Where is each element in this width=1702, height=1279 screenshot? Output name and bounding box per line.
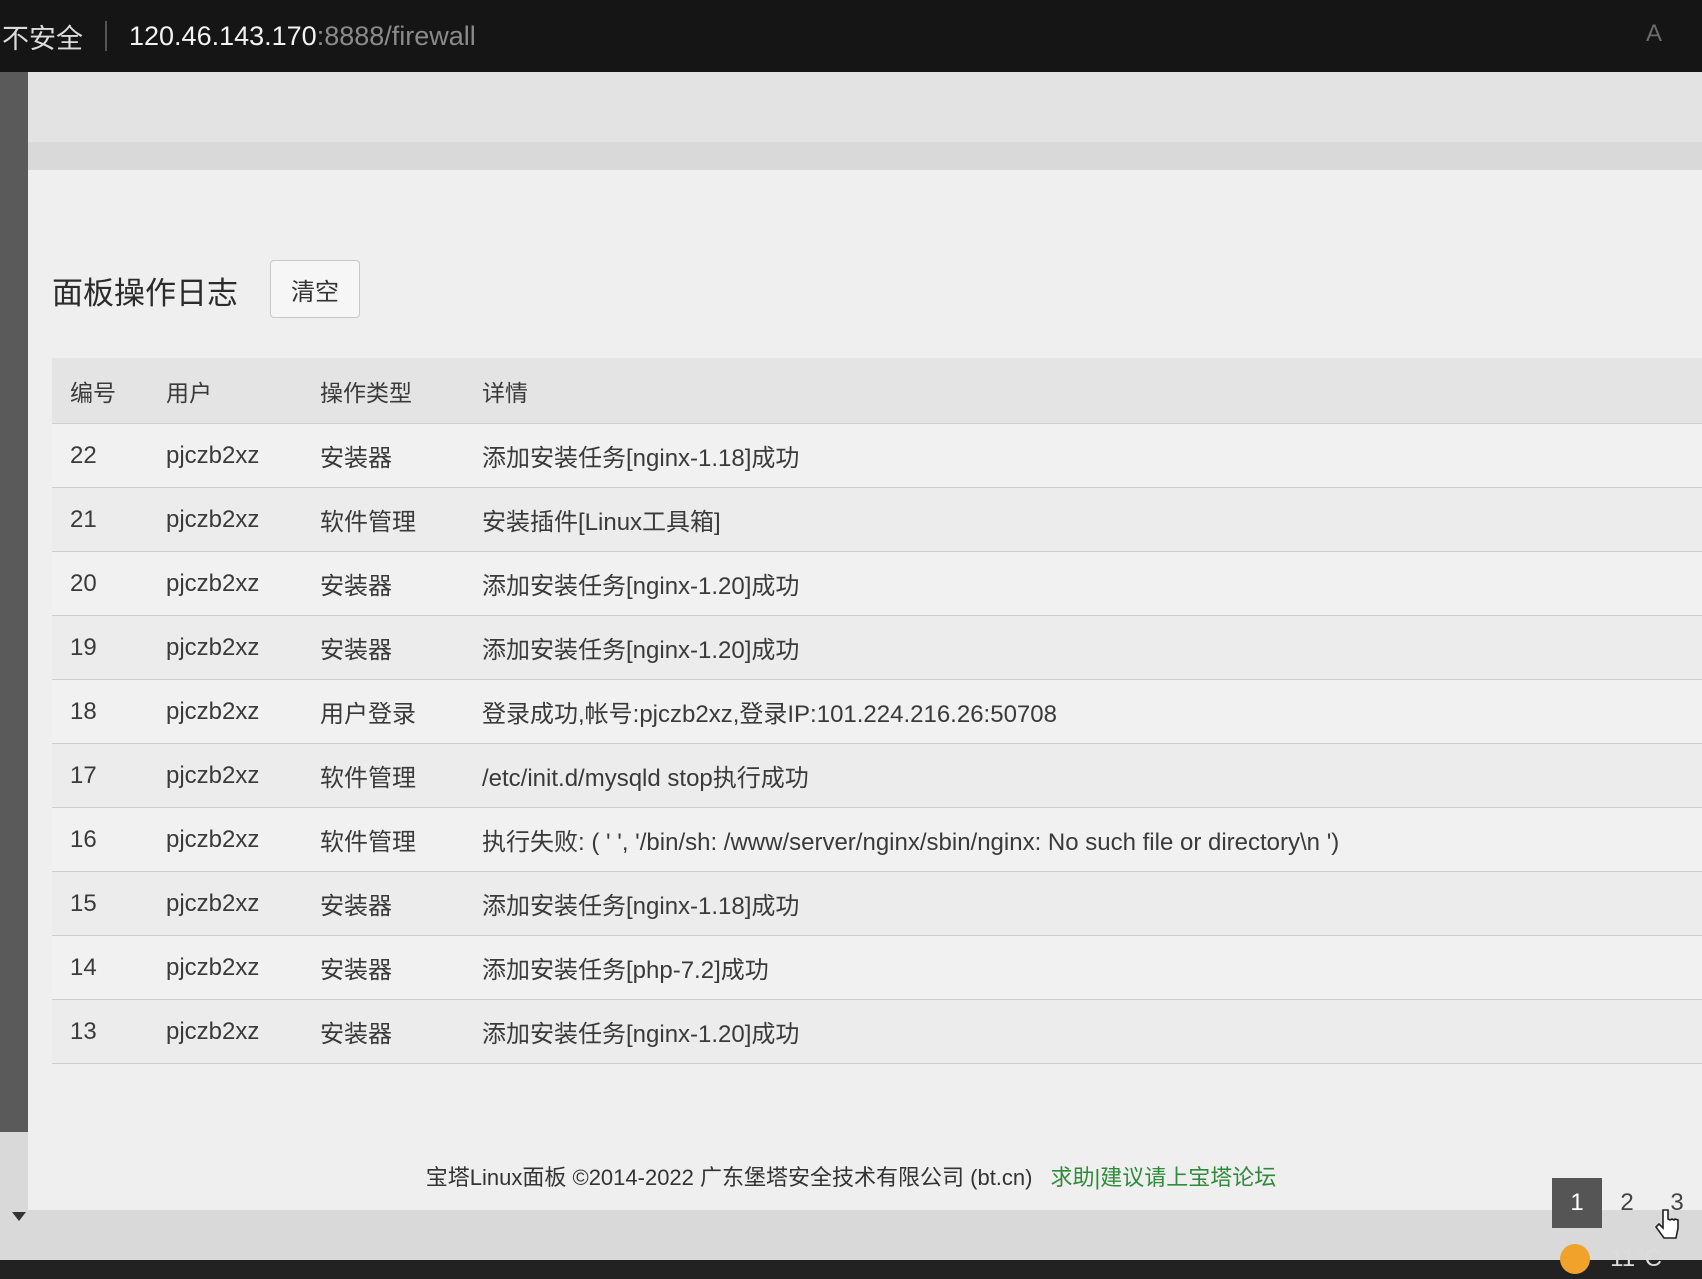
cell-user: pjczb2xz <box>166 569 260 597</box>
cell-type: 安装器 <box>320 637 392 664</box>
cell-id: 14 <box>70 953 97 981</box>
table-row: 21 pjczb2xz 软件管理 安装插件[Linux工具箱] <box>52 488 1702 552</box>
cell-detail: 登录成功,帐号:pjczb2xz,登录IP:101.224.216.26:507… <box>482 701 1057 728</box>
header-detail: 详情 <box>482 379 528 406</box>
cell-id: 16 <box>70 825 97 853</box>
cell-type: 安装器 <box>320 573 392 600</box>
header-id: 编号 <box>70 379 116 406</box>
table-row: 16 pjczb2xz 软件管理 执行失败: ( ' ', '/bin/sh: … <box>52 808 1702 872</box>
table-row: 22 pjczb2xz 安装器 添加安装任务[nginx-1.18]成功 <box>52 424 1702 488</box>
table-row: 18 pjczb2xz 用户登录 登录成功,帐号:pjczb2xz,登录IP:1… <box>52 680 1702 744</box>
cell-user: pjczb2xz <box>166 825 260 853</box>
temperature: 11°C <box>1610 1245 1662 1272</box>
cell-id: 19 <box>70 633 97 661</box>
cell-detail: /etc/init.d/mysqld stop执行成功 <box>482 765 809 792</box>
cell-user: pjczb2xz <box>166 633 260 661</box>
log-table: 编号 用户 操作类型 详情 22 pjczb2xz 安装器 添加安装任务[ngi… <box>52 358 1702 1064</box>
cell-id: 22 <box>70 441 97 469</box>
cell-detail: 添加安装任务[php-7.2]成功 <box>482 957 769 984</box>
system-tray: 11°C <box>1560 1244 1662 1274</box>
cell-detail: 安装插件[Linux工具箱] <box>482 509 721 536</box>
table-row: 13 pjczb2xz 安装器 添加安装任务[nginx-1.20]成功 <box>52 1000 1702 1064</box>
read-aloud-icon[interactable]: A <box>1646 20 1662 48</box>
chevron-down-icon[interactable] <box>12 1212 26 1221</box>
cell-id: 20 <box>70 569 97 597</box>
cell-user: pjczb2xz <box>166 697 260 725</box>
cell-user: pjczb2xz <box>166 1017 260 1045</box>
cell-detail: 添加安装任务[nginx-1.18]成功 <box>482 893 800 920</box>
cell-id: 15 <box>70 889 97 917</box>
cell-type: 安装器 <box>320 445 392 472</box>
cell-id: 17 <box>70 761 97 789</box>
cell-user: pjczb2xz <box>166 889 260 917</box>
cell-detail: 添加安装任务[nginx-1.20]成功 <box>482 1021 800 1048</box>
cell-user: pjczb2xz <box>166 953 260 981</box>
table-row: 19 pjczb2xz 安装器 添加安装任务[nginx-1.20]成功 <box>52 616 1702 680</box>
cell-detail: 执行失败: ( ' ', '/bin/sh: /www/server/nginx… <box>482 829 1340 856</box>
table-header: 编号 用户 操作类型 详情 <box>52 358 1702 424</box>
url-field[interactable]: 120.46.143.170:8888/firewall <box>129 21 476 52</box>
cell-detail: 添加安装任务[nginx-1.20]成功 <box>482 573 800 600</box>
table-row: 17 pjczb2xz 软件管理 /etc/init.d/mysqld stop… <box>52 744 1702 808</box>
cell-detail: 添加安装任务[nginx-1.18]成功 <box>482 445 800 472</box>
hand-cursor-icon <box>1654 1209 1679 1239</box>
url-host: 120.46.143.170 <box>129 20 317 51</box>
clear-button[interactable]: 清空 <box>270 260 360 318</box>
cell-id: 21 <box>70 505 97 533</box>
top-strip <box>28 72 1702 142</box>
url-path: :8888/firewall <box>316 20 476 51</box>
cell-type: 用户登录 <box>320 701 416 728</box>
cell-type: 软件管理 <box>320 765 416 792</box>
table-row: 15 pjczb2xz 安装器 添加安装任务[nginx-1.18]成功 <box>52 872 1702 936</box>
cell-type: 安装器 <box>320 893 392 920</box>
cell-id: 13 <box>70 1017 97 1045</box>
security-indicator[interactable]: 不安全 <box>0 17 83 56</box>
left-sidebar <box>0 72 28 1132</box>
cell-detail: 添加安装任务[nginx-1.20]成功 <box>482 637 800 664</box>
table-row: 20 pjczb2xz 安装器 添加安装任务[nginx-1.20]成功 <box>52 552 1702 616</box>
header-user: 用户 <box>166 379 212 406</box>
os-taskbar <box>0 1260 1702 1279</box>
log-panel: 面板操作日志 清空 编号 用户 操作类型 详情 22 pjczb2xz 安装器 … <box>28 170 1702 1239</box>
page-content: 面板操作日志 清空 编号 用户 操作类型 详情 22 pjczb2xz 安装器 … <box>0 72 1702 1260</box>
header-type: 操作类型 <box>320 379 412 406</box>
page-title: 面板操作日志 <box>52 276 238 311</box>
cell-user: pjczb2xz <box>166 441 260 469</box>
table-row: 14 pjczb2xz 安装器 添加安装任务[php-7.2]成功 <box>52 936 1702 1000</box>
cell-type: 软件管理 <box>320 829 416 856</box>
cell-user: pjczb2xz <box>166 505 260 533</box>
table-body: 22 pjczb2xz 安装器 添加安装任务[nginx-1.18]成功 21 … <box>52 424 1702 1064</box>
footer-copyright: 宝塔Linux面板 ©2014-2022 广东堡塔安全技术有限公司 (bt.cn… <box>425 1165 1033 1190</box>
address-divider <box>105 21 107 51</box>
cell-type: 安装器 <box>320 957 392 984</box>
footer: 宝塔Linux面板 ©2014-2022 广东堡塔安全技术有限公司 (bt.cn… <box>0 1160 1702 1192</box>
forum-link[interactable]: 求助|建议请上宝塔论坛 <box>1050 1165 1276 1190</box>
weather-icon[interactable] <box>1560 1244 1591 1274</box>
browser-address-bar: 不安全 120.46.143.170:8888/firewall A <box>0 0 1702 72</box>
cell-user: pjczb2xz <box>166 761 260 789</box>
cell-id: 18 <box>70 697 97 725</box>
cell-type: 软件管理 <box>320 509 416 536</box>
cell-type: 安装器 <box>320 1021 392 1048</box>
